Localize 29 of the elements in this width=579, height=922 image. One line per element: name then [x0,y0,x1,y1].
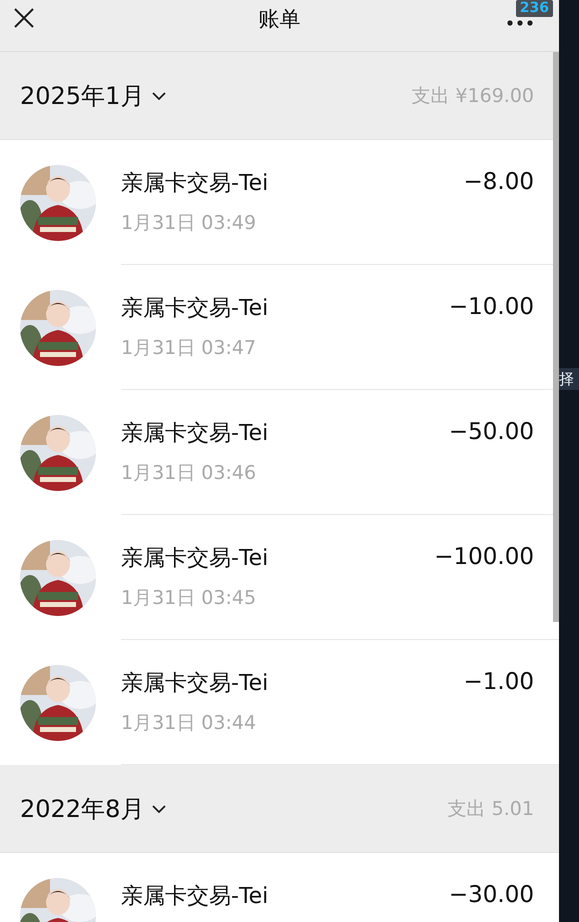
close-icon[interactable] [13,6,35,28]
transaction-time: 1月31日 03:49 [121,211,258,236]
more-icon[interactable] [507,20,533,26]
transaction-time: 1月31日 03:45 [121,586,258,611]
transaction-amount: −8.00 [464,168,534,197]
transaction-amount: −50.00 [448,418,534,447]
transaction-amount: −30.00 [448,881,534,910]
transaction-title: 亲属卡交易-Tei [121,420,268,448]
expense-total: 支出 ¥169.00 [411,84,534,108]
transaction-amount: −1.00 [464,668,534,697]
transaction-time: 1月31日 03:47 [121,336,258,361]
page-title: 账单 [258,6,302,33]
transaction-title: 亲属卡交易-Tei [121,883,268,911]
side-label[interactable]: 择 [559,368,579,390]
expense-total: 支出 5.01 [448,796,534,822]
chevron-down-icon [152,804,166,812]
scrollbar[interactable] [553,52,559,622]
chevron-down-icon [152,92,166,100]
transaction-title: 亲属卡交易-Tei [121,670,268,698]
transaction-time: 1月31日 03:46 [121,461,258,486]
count-badge: 236 [516,0,553,17]
transaction-title: 亲属卡交易-Tei [121,295,268,323]
transaction-title: 亲属卡交易-Tei [121,170,268,198]
transaction-amount: −10.00 [448,293,534,322]
transaction-title: 亲属卡交易-Tei [121,545,268,573]
transaction-amount: −100.00 [434,543,534,572]
month-picker[interactable]: 2025年1月 [20,80,166,112]
transaction-time: 1月31日 03:44 [121,711,258,736]
month-picker[interactable]: 2022年8月 [20,792,166,824]
